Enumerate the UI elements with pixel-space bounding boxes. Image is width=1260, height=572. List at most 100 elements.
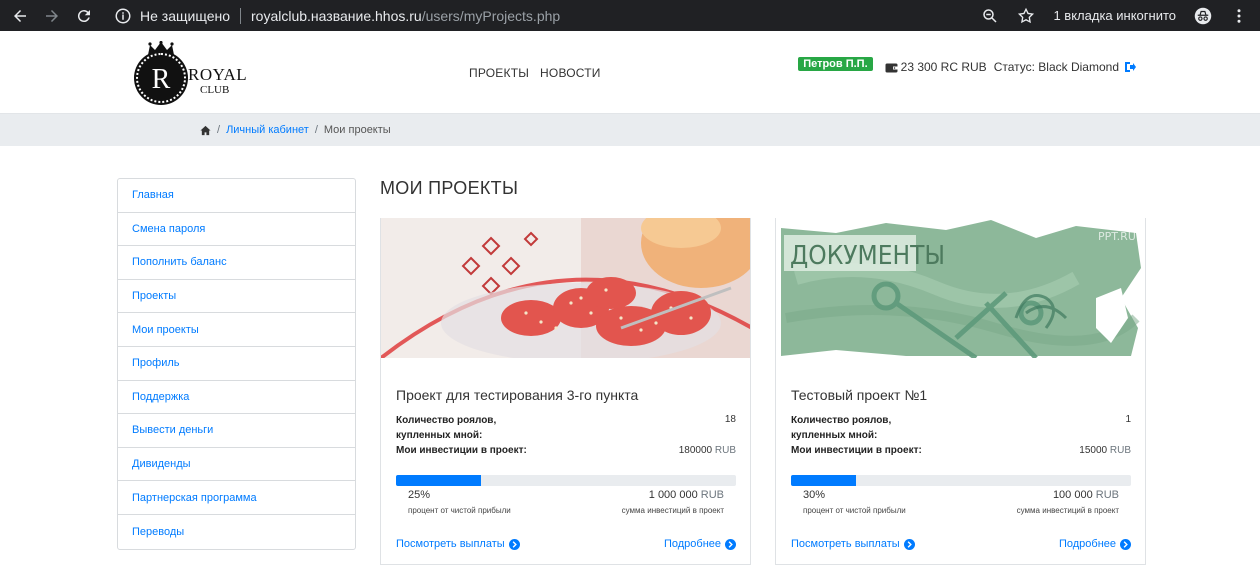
page-title: МОИ ПРОЕКТЫ xyxy=(380,178,519,198)
invest-currency: RUB xyxy=(714,445,736,456)
url-path: /users/myProjects.php xyxy=(421,7,561,24)
investment-sum: 1 000 000 RUB xyxy=(649,489,724,501)
progress-bar xyxy=(791,475,1131,486)
reload-button[interactable] xyxy=(72,4,96,28)
forward-button[interactable] xyxy=(40,4,64,28)
investment-sum-currency: RUB xyxy=(700,489,724,501)
logo-badge: R xyxy=(136,53,186,103)
back-button[interactable] xyxy=(8,4,32,28)
site-logo[interactable]: R ROYAL CLUB xyxy=(134,41,254,105)
sidebar-item-profile[interactable]: Профиль xyxy=(118,347,355,381)
image-watermark: PPT.RU xyxy=(1098,230,1136,243)
project-image[interactable]: ДОКУМЕНТЫ PPT.RU xyxy=(776,218,1145,358)
investment-sum-label: сумма инвестиций в проект xyxy=(1016,506,1119,515)
profit-percent-label: процент от чистой прибыли xyxy=(803,506,906,515)
royals-value: 18 xyxy=(724,414,736,425)
royals-label-line2: купленных мной: xyxy=(396,430,483,441)
profit-percent-label: процент от чистой прибыли xyxy=(408,506,511,515)
info-icon[interactable] xyxy=(114,7,132,25)
sidebar-item-transfers[interactable]: Переводы xyxy=(118,515,355,549)
invest-amount: 15000 xyxy=(1079,445,1108,456)
sidebar-item-my-projects[interactable]: Мои проекты xyxy=(118,313,355,347)
sidebar-item-partner-program[interactable]: Партнерская программа xyxy=(118,481,355,515)
view-payouts-link[interactable]: Посмотреть выплаты xyxy=(791,538,915,550)
sidebar-item-top-up[interactable]: Пополнить баланс xyxy=(118,246,355,280)
sidebar-item-projects[interactable]: Проекты xyxy=(118,280,355,314)
image-caption: ДОКУМЕНТЫ xyxy=(790,241,945,271)
invest-label: Мои инвестиции в проект: xyxy=(791,445,922,456)
user-status: Статус: Black Diamond xyxy=(993,60,1119,74)
arrow-right-icon xyxy=(46,9,58,22)
arrow-left-icon xyxy=(14,9,26,22)
incognito-icon[interactable] xyxy=(1194,7,1212,25)
royals-label-line1: Количество роялов, xyxy=(791,415,892,426)
royals-label: Количество роялов, купленных мной: xyxy=(396,413,496,443)
view-payouts-label: Посмотреть выплаты xyxy=(791,538,900,550)
progress-fill xyxy=(791,475,856,486)
logo-club-text: CLUB xyxy=(200,84,230,96)
menu-item-news[interactable]: НОВОСТИ xyxy=(540,66,601,80)
url-host: royalclub.название.hhos.ru xyxy=(251,7,422,24)
investment-sum-amount: 100 000 xyxy=(1052,489,1093,501)
logout-icon[interactable] xyxy=(1124,61,1136,73)
sidebar-menu: Главная Смена пароля Пополнить баланс Пр… xyxy=(117,178,356,550)
breadcrumb-separator: / xyxy=(217,124,221,136)
project-title: Проект для тестирования 3-го пункта xyxy=(396,387,639,403)
view-payouts-link[interactable]: Посмотреть выплаты xyxy=(396,538,520,550)
insecure-label: Не защищено xyxy=(140,7,230,24)
details-label: Подробнее xyxy=(1058,538,1116,550)
breadcrumb-link-cabinet[interactable]: Личный кабинет xyxy=(226,124,309,136)
details-label: Подробнее xyxy=(663,538,721,550)
wallet-icon xyxy=(885,63,898,72)
breadcrumb-current: Мои проекты xyxy=(323,124,391,136)
invest-label: Мои инвестиции в проект: xyxy=(396,445,527,456)
royals-label-line2: купленных мной: xyxy=(791,430,878,441)
investment-sum-currency: RUB xyxy=(1095,489,1119,501)
sidebar-item-change-password[interactable]: Смена пароля xyxy=(118,213,355,247)
progress-bar xyxy=(396,475,736,486)
details-link[interactable]: Подробнее xyxy=(664,538,736,550)
project-image[interactable] xyxy=(381,218,750,358)
reload-icon xyxy=(77,9,90,22)
details-link[interactable]: Подробнее xyxy=(1059,538,1131,550)
zoom-icon[interactable] xyxy=(981,7,999,25)
sidebar-item-dividends[interactable]: Дивиденды xyxy=(118,448,355,482)
omnibox-divider xyxy=(240,7,241,24)
progress-fill xyxy=(396,475,481,486)
top-menu: ПРОЕКТЫ НОВОСТИ xyxy=(469,66,601,80)
invest-value: 180000 RUB xyxy=(679,445,736,456)
royals-label: Количество роялов, купленных мной: xyxy=(791,413,891,443)
project-card: ДОКУМЕНТЫ PPT.RU Тестовый проект №1 Коли… xyxy=(775,218,1146,565)
invest-amount: 180000 xyxy=(678,445,713,456)
home-icon[interactable] xyxy=(200,125,211,136)
user-area: Петров П.П. 23 300 RC RUB Статус: Black … xyxy=(798,57,1136,74)
investment-sum-label: сумма инвестиций в проект xyxy=(621,506,724,515)
sidebar-item-main[interactable]: Главная xyxy=(118,179,355,213)
invest-value: 15000 RUB xyxy=(1079,445,1131,456)
logo-royal-text: ROYAL xyxy=(188,65,248,84)
star-icon[interactable] xyxy=(1017,7,1035,25)
profit-percent: 25% xyxy=(408,489,431,501)
breadcrumb-separator: / xyxy=(314,124,318,136)
breadcrumb: / Личный кабинет / Мои проекты xyxy=(0,114,1260,146)
arrow-circle-right-icon xyxy=(903,538,915,550)
logo-letter: R xyxy=(151,64,171,95)
food-photo-image xyxy=(381,218,750,358)
menu-item-projects[interactable]: ПРОЕКТЫ xyxy=(469,66,529,80)
royals-label-line1: Количество роялов, xyxy=(396,415,497,426)
browser-toolbar: Не защищено royalclub.название.hhos.ru/u… xyxy=(0,0,1260,31)
arrow-circle-right-icon xyxy=(508,538,520,550)
address-bar[interactable]: Не защищено royalclub.название.hhos.ru/u… xyxy=(114,0,560,31)
sidebar-item-withdraw[interactable]: Вывести деньги xyxy=(118,414,355,448)
kebab-menu-icon[interactable] xyxy=(1230,7,1248,25)
arrow-circle-right-icon xyxy=(725,538,736,550)
incognito-label: 1 вкладка инкогнито xyxy=(1053,8,1176,23)
user-name-badge[interactable]: Петров П.П. xyxy=(798,57,873,71)
investment-sum: 100 000 RUB xyxy=(1053,489,1119,501)
invest-currency: RUB xyxy=(1109,445,1131,456)
view-payouts-label: Посмотреть выплаты xyxy=(396,538,505,550)
browser-actions: 1 вкладка инкогнито xyxy=(981,7,1260,25)
documents-image: ДОКУМЕНТЫ PPT.RU xyxy=(776,218,1145,358)
royals-value: 1 xyxy=(1125,414,1131,425)
sidebar-item-support[interactable]: Поддержка xyxy=(118,381,355,415)
